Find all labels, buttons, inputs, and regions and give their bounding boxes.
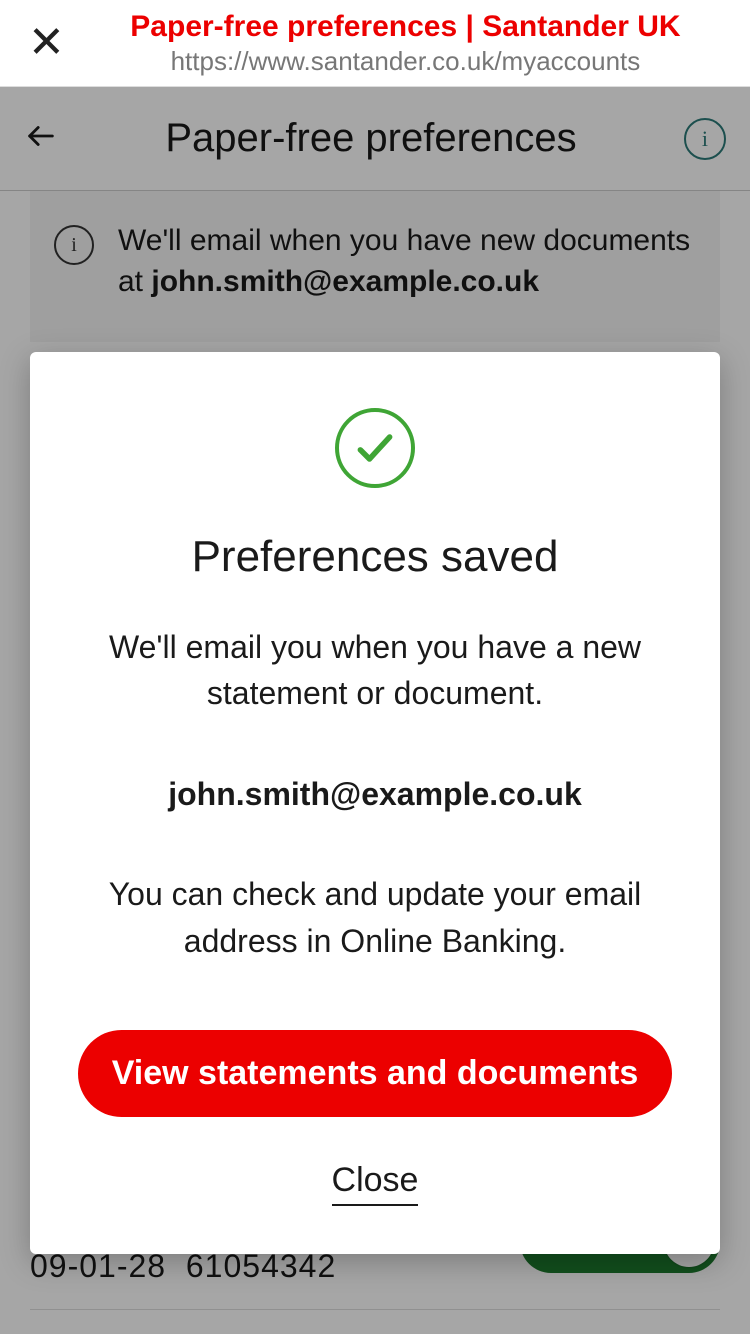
modal-email: john.smith@example.co.uk — [78, 771, 672, 817]
page-url: https://www.santander.co.uk/myaccounts — [77, 46, 734, 77]
modal-body-2: You can check and update your email addr… — [78, 871, 672, 964]
preferences-saved-modal: Preferences saved We'll email you when y… — [30, 352, 720, 1254]
url-bar-titles: Paper-free preferences | Santander UK ht… — [77, 10, 734, 77]
close-button[interactable]: Close — [332, 1161, 419, 1206]
page-tab-title: Paper-free preferences | Santander UK — [77, 10, 734, 44]
modal-title: Preferences saved — [78, 532, 672, 582]
browser-url-bar: ✕ Paper-free preferences | Santander UK … — [0, 0, 750, 87]
close-icon[interactable]: ✕ — [16, 17, 77, 69]
modal-body-1: We'll email you when you have a new stat… — [78, 624, 672, 717]
view-statements-button[interactable]: View statements and documents — [78, 1030, 672, 1117]
success-check-icon — [335, 408, 415, 488]
